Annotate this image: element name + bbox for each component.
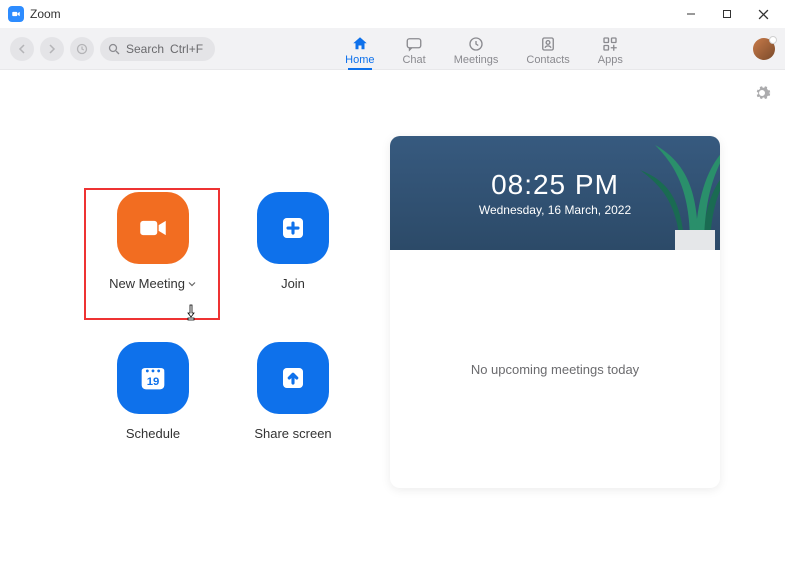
forward-button[interactable] [40, 37, 64, 61]
gear-icon [753, 84, 771, 102]
content: New Meeting Join 19 Schedule [0, 70, 785, 565]
card-header: 08:25 PM Wednesday, 16 March, 2022 [390, 136, 720, 250]
search-input[interactable]: Search Ctrl+F [100, 37, 215, 61]
toolbar: Search Ctrl+F Home Chat Meetings Contact… [0, 28, 785, 70]
share-label: Share screen [254, 426, 331, 441]
new-meeting-button[interactable] [117, 192, 189, 264]
status-indicator [769, 36, 777, 44]
tabs: Home Chat Meetings Contacts Apps [221, 28, 747, 69]
minimize-button[interactable] [673, 0, 709, 28]
join-button[interactable] [257, 192, 329, 264]
calendar-icon: 19 [136, 361, 170, 395]
clock-icon [467, 35, 485, 53]
chat-icon [405, 35, 423, 53]
join-tile[interactable]: Join [228, 192, 358, 322]
video-icon [136, 211, 170, 245]
titlebar-left: Zoom [8, 6, 61, 22]
card-body: No upcoming meetings today [390, 250, 720, 488]
search-icon [108, 43, 120, 55]
share-button[interactable] [257, 342, 329, 414]
chevron-down-icon[interactable] [187, 279, 197, 289]
tab-contacts[interactable]: Contacts [526, 28, 569, 69]
schedule-button[interactable]: 19 [117, 342, 189, 414]
window-controls [673, 0, 781, 28]
cursor-icon [184, 304, 200, 327]
search-shortcut: Ctrl+F [170, 42, 203, 56]
avatar[interactable] [753, 38, 775, 60]
plant-decor [620, 136, 720, 250]
empty-message: No upcoming meetings today [471, 362, 639, 377]
new-meeting-label: New Meeting [109, 276, 197, 291]
schedule-tile[interactable]: 19 Schedule [88, 342, 218, 472]
app-title: Zoom [30, 7, 61, 21]
search-label: Search [126, 42, 164, 56]
tab-home[interactable]: Home [345, 28, 374, 69]
share-icon [278, 363, 308, 393]
clock-date: Wednesday, 16 March, 2022 [479, 203, 631, 217]
settings-button[interactable] [753, 84, 771, 107]
home-icon [351, 35, 369, 53]
share-tile[interactable]: Share screen [228, 342, 358, 472]
close-button[interactable] [745, 0, 781, 28]
back-button[interactable] [10, 37, 34, 61]
tab-meetings[interactable]: Meetings [454, 28, 499, 69]
join-label: Join [281, 276, 305, 291]
schedule-label: Schedule [126, 426, 180, 441]
meetings-card: 08:25 PM Wednesday, 16 March, 2022 No up… [390, 136, 720, 488]
tab-chat[interactable]: Chat [402, 28, 425, 69]
clock-time: 08:25 PM [491, 169, 619, 201]
app-icon [8, 6, 24, 22]
tab-apps[interactable]: Apps [598, 28, 623, 69]
svg-text:19: 19 [147, 376, 160, 388]
history-button[interactable] [70, 37, 94, 61]
titlebar: Zoom [0, 0, 785, 28]
apps-icon [601, 35, 619, 53]
plus-icon [278, 213, 308, 243]
action-grid: New Meeting Join 19 Schedule [88, 192, 358, 472]
new-meeting-tile[interactable]: New Meeting [88, 192, 218, 322]
contacts-icon [539, 35, 557, 53]
maximize-button[interactable] [709, 0, 745, 28]
